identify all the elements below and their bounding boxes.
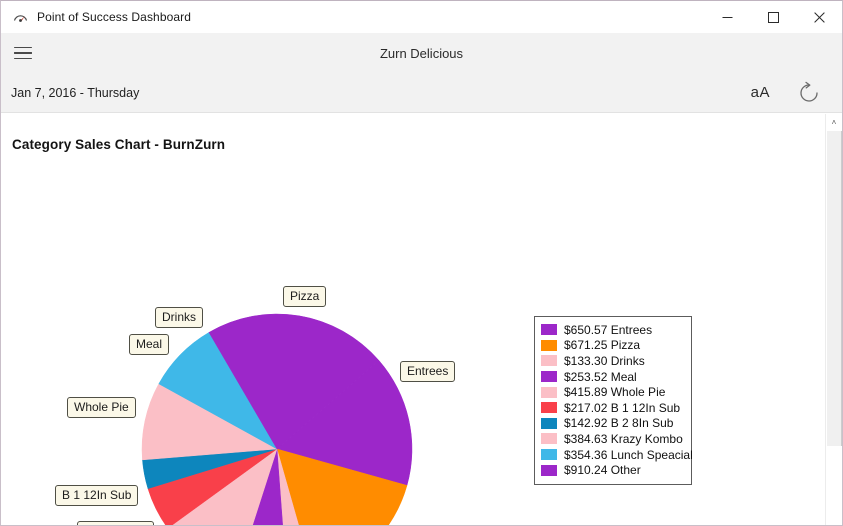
app-title: Zurn Delicious	[379, 45, 464, 61]
close-icon	[813, 11, 825, 23]
legend-label: $354.36 Lunch Speacial	[564, 447, 693, 462]
legend-label: $910.24 Other	[564, 463, 641, 478]
legend-label: $253.52 Meal	[564, 369, 637, 384]
legend-swatch	[541, 402, 557, 414]
scrollbar-track[interactable]	[827, 131, 842, 525]
hamburger-icon[interactable]	[1, 33, 45, 73]
minimize-icon	[722, 16, 732, 18]
sub-toolbar-actions: aA	[747, 80, 822, 106]
content-area: Category Sales Chart - BurnZurn Pizza Dri…	[1, 114, 842, 525]
legend-item: $650.57 Entrees	[541, 322, 685, 338]
legend-item: $217.02 B 1 12In Sub	[541, 400, 685, 416]
pie-slice-group	[141, 313, 413, 525]
legend-label: $217.02 B 1 12In Sub	[564, 400, 681, 415]
legend-label: $671.25 Pizza	[564, 338, 641, 353]
app-window: Point of Success Dashboard Zurn Deliciou…	[0, 0, 843, 526]
text-size-button[interactable]: aA	[747, 82, 774, 103]
maximize-icon	[767, 11, 779, 23]
pie-slice-label: Entrees	[400, 361, 456, 382]
legend-swatch	[541, 324, 557, 336]
legend-swatch	[541, 464, 557, 476]
legend-label: $133.30 Drinks	[564, 353, 645, 368]
legend-swatch	[541, 433, 557, 445]
window-title: Point of Success Dashboard	[37, 10, 192, 24]
pie-slice-label: B 2 8In Sub	[77, 521, 154, 525]
sub-toolbar: Jan 7, 2016 - Thursday aA	[1, 73, 842, 113]
legend-label: $384.63 Krazy Kombo	[564, 431, 683, 446]
legend-item: $910.24 Other	[541, 462, 685, 478]
pie-slice-label: B 1 12In Sub	[55, 485, 139, 506]
chart-legend: $650.57 Entrees $671.25 Pizza $133.30 Drin…	[534, 316, 693, 485]
legend-label: $142.92 B 2 8In Sub	[564, 416, 674, 431]
pie-slice-label: Drinks	[155, 307, 204, 328]
legend-rows: $650.57 Entrees $671.25 Pizza $133.30 Drin…	[541, 322, 693, 478]
legend-item: $671.25 Pizza	[541, 338, 685, 354]
window-titlebar: Point of Success Dashboard	[1, 1, 842, 33]
pie-slice-label: Whole Pie	[67, 397, 136, 418]
refresh-icon	[800, 81, 818, 102]
legend-swatch	[541, 449, 557, 461]
legend-label: $415.89 Whole Pie	[564, 385, 666, 400]
refresh-button[interactable]	[796, 80, 822, 106]
gauge-icon	[12, 9, 28, 25]
legend-swatch	[541, 371, 557, 383]
scroll-up-button[interactable]: ˄	[826, 114, 842, 131]
date-label: Jan 7, 2016 - Thursday	[11, 85, 140, 100]
pie-chart-svg	[141, 313, 413, 525]
legend-item: $133.30 Drinks	[541, 353, 685, 369]
legend-item: $354.36 Lunch Speacial	[541, 447, 693, 463]
close-button[interactable]	[796, 2, 842, 33]
legend-item: $253.52 Meal	[541, 369, 685, 385]
command-bar: Zurn Delicious	[1, 33, 842, 73]
legend-swatch	[541, 339, 557, 351]
scrollbar-thumb[interactable]	[827, 131, 842, 446]
pie-slice-label: Meal	[129, 334, 170, 355]
maximize-button[interactable]	[750, 2, 796, 33]
legend-item: $384.63 Krazy Kombo	[541, 431, 685, 447]
pie-chart: Pizza Drinks Meal Whole Pie B 1 12In Sub B 2 …	[1, 114, 825, 525]
legend-label: $650.57 Entrees	[564, 322, 653, 337]
pie-slice-label: Pizza	[283, 286, 327, 307]
legend-item: $142.92 B 2 8In Sub	[541, 416, 685, 432]
legend-swatch	[541, 355, 557, 367]
legend-swatch	[541, 386, 557, 398]
vertical-scrollbar[interactable]: ˄	[825, 114, 842, 525]
legend-item: $415.89 Whole Pie	[541, 384, 685, 400]
minimize-button[interactable]	[704, 2, 750, 33]
legend-swatch	[541, 417, 557, 429]
